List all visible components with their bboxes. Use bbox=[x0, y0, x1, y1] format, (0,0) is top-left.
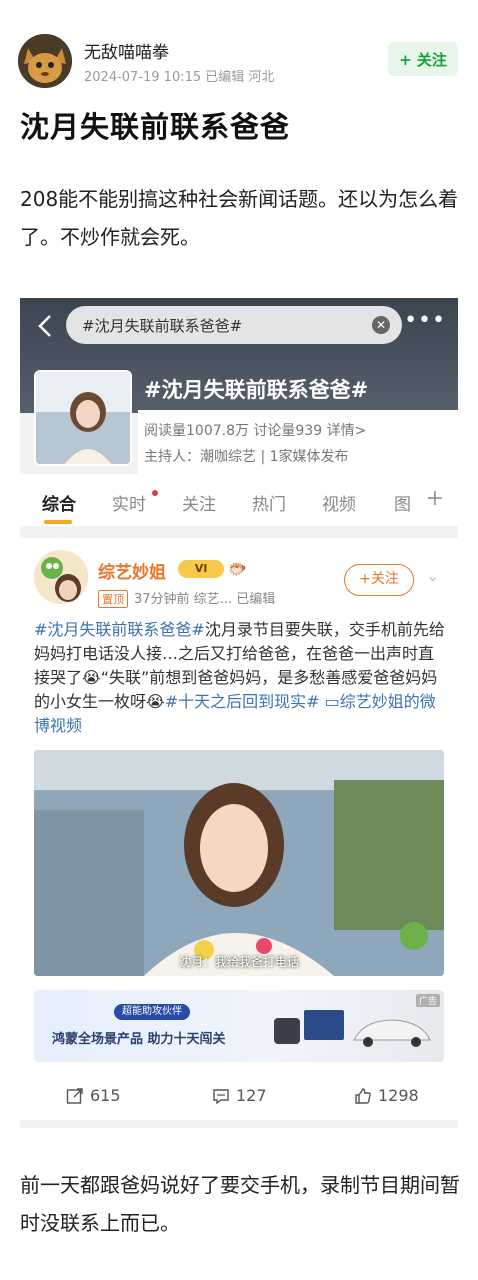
clear-icon[interactable]: ✕ bbox=[372, 316, 390, 334]
car-product-icon bbox=[274, 1010, 431, 1047]
tab-following[interactable]: 关注 bbox=[182, 490, 216, 515]
weibo-card: 综艺妙姐 VI 🐡 置顶 37分钟前 综艺... 已编辑 +关注 ⌄ #沈月失联前… bbox=[20, 538, 458, 1120]
more-icon[interactable]: ••• bbox=[404, 310, 446, 332]
pinned-badge: 置顶 bbox=[98, 590, 128, 608]
post-title: 沈月失联前联系爸爸 bbox=[20, 110, 291, 144]
follow-button[interactable]: + 关注 bbox=[388, 42, 458, 76]
topic-stats[interactable]: 阅读量1007.8万 讨论量939 详情> bbox=[144, 420, 366, 440]
action-bar: 615 127 1298 bbox=[20, 1078, 458, 1114]
frog-avatar-icon bbox=[34, 550, 88, 604]
repost-icon bbox=[66, 1087, 83, 1104]
card-meta: 置顶 37分钟前 综艺... 已编辑 bbox=[98, 588, 275, 608]
post-meta: 2024-07-19 10:15 已编辑 河北 bbox=[84, 70, 275, 85]
ad-banner[interactable]: 超能助攻伙伴 鸿蒙全场景产品 助力十天闯关 广告 bbox=[34, 990, 444, 1062]
ad-text: 鸿蒙全场景产品 助力十天闯关 bbox=[52, 1032, 226, 1047]
post-body: 208能不能别搞这种社会新闻话题。还以为怎么着了。不炒作就会死。 bbox=[20, 187, 459, 249]
repost-button[interactable]: 615 bbox=[66, 1086, 121, 1105]
ad-pill: 超能助攻伙伴 bbox=[114, 1004, 190, 1020]
chevron-down-icon[interactable]: ⌄ bbox=[426, 566, 439, 585]
card-author-name[interactable]: 综艺妙姐 bbox=[98, 558, 166, 583]
thumbs-up-icon bbox=[355, 1087, 371, 1104]
like-button[interactable]: 1298 bbox=[354, 1086, 419, 1105]
author-name[interactable]: 无敌喵喵拳 bbox=[84, 38, 169, 63]
video-player[interactable]: 沈月：我给我爸打电话 bbox=[34, 750, 444, 976]
card-meta-text: 37分钟前 综艺... 已编辑 bbox=[134, 592, 276, 607]
topic-host: 主持人：潮咖综艺 | 1家媒体发布 bbox=[144, 449, 349, 465]
active-tab-indicator bbox=[44, 520, 72, 524]
tab-comprehensive[interactable]: 综合 bbox=[42, 490, 76, 515]
hashtag-link[interactable]: #沈月失联前联系爸爸# bbox=[34, 620, 205, 639]
comment-button[interactable]: 127 bbox=[212, 1086, 267, 1105]
vip-badge: VI bbox=[178, 560, 224, 578]
video-frame-icon bbox=[34, 750, 444, 976]
card-text: #沈月失联前联系爸爸#沈月录节目要失联，交手机前先给妈妈打电话没人接…之后又打给… bbox=[34, 618, 448, 738]
post-header: 无敌喵喵拳 2024-07-19 10:15 已编辑 河北 + 关注 bbox=[18, 30, 460, 90]
topic-title: #沈月失联前联系爸爸# bbox=[144, 378, 369, 402]
comment-icon bbox=[213, 1088, 229, 1104]
tab-video[interactable]: 视频 bbox=[322, 490, 356, 515]
hashtag-link[interactable]: #十天之后回到现实# bbox=[165, 692, 320, 711]
topic-thumbnail[interactable] bbox=[34, 370, 132, 466]
like-count: 1298 bbox=[378, 1086, 419, 1105]
fish-badge-icon: 🐡 bbox=[228, 560, 247, 578]
add-tab-icon[interactable]: + bbox=[426, 486, 444, 511]
video-caption: 沈月：我给我爸打电话 bbox=[178, 955, 299, 969]
card-avatar[interactable] bbox=[34, 550, 88, 604]
tab-hot[interactable]: 热门 bbox=[252, 490, 286, 515]
author-avatar[interactable] bbox=[18, 34, 72, 88]
search-input[interactable]: #沈月失联前联系爸爸# ✕ bbox=[66, 306, 402, 344]
back-arrow-icon[interactable] bbox=[34, 312, 58, 340]
tab-realtime[interactable]: 实时 bbox=[112, 490, 146, 515]
tab-image[interactable]: 图 bbox=[394, 490, 411, 515]
topic-tabs: 综合 实时 关注 热门 视频 图 + bbox=[20, 474, 458, 526]
comment-count: 127 bbox=[236, 1086, 267, 1105]
repost-count: 615 bbox=[90, 1086, 121, 1105]
new-dot-badge bbox=[152, 490, 158, 496]
post-footer-text: 前一天都跟爸妈说好了要交手机，录制节目期间暂时没联系上而已。 bbox=[20, 1173, 460, 1235]
cat-avatar-icon bbox=[18, 34, 72, 88]
search-query: #沈月失联前联系爸爸# bbox=[82, 317, 243, 335]
card-follow-button[interactable]: +关注 bbox=[344, 564, 414, 596]
topic-photo-icon bbox=[36, 372, 130, 464]
embedded-screenshot: #沈月失联前联系爸爸# ✕ ••• #沈月失联前联系爸爸# 阅读量1007.8万… bbox=[20, 298, 458, 1128]
ad-label: 广告 bbox=[415, 994, 440, 1007]
